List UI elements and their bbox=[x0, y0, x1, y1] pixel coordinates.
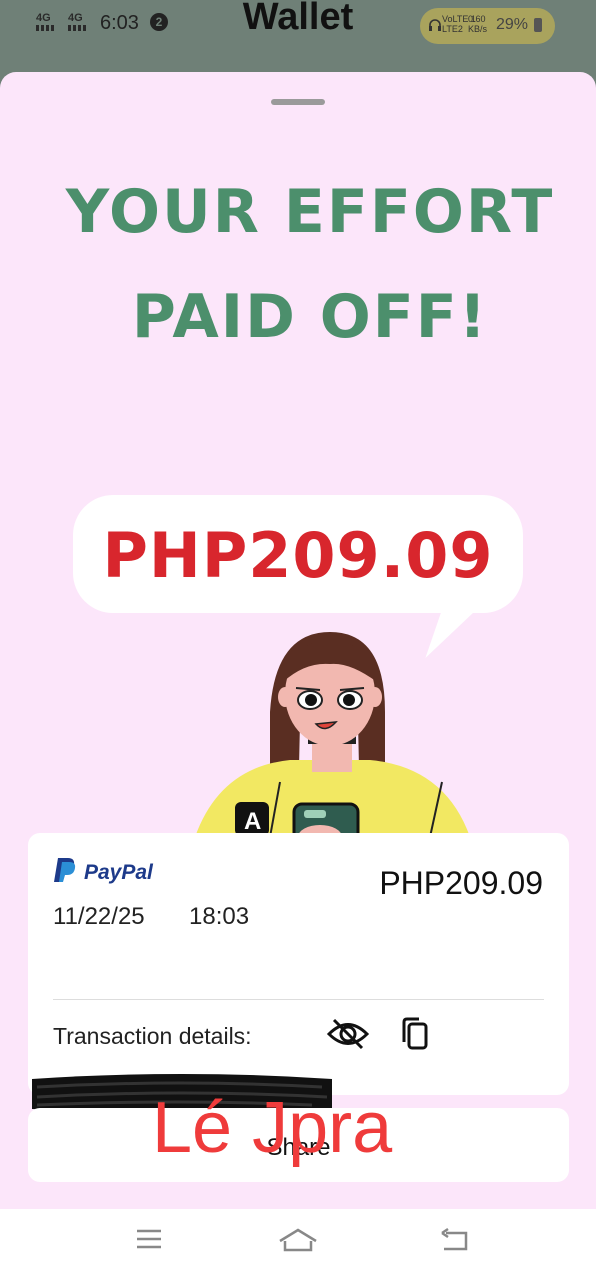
card-divider bbox=[53, 999, 544, 1000]
promo-amount: PHP209.09 bbox=[102, 519, 494, 592]
back-icon[interactable] bbox=[440, 1227, 470, 1253]
paypal-logo bbox=[54, 858, 76, 882]
payment-provider: PayPal bbox=[84, 861, 153, 884]
watermark-text: Lé Jpra bbox=[152, 1088, 393, 1168]
menu-icon[interactable] bbox=[135, 1227, 163, 1251]
transaction-card: PayPal PHP209.09 11/22/25 18:03 Transact… bbox=[28, 833, 569, 1113]
home-icon[interactable] bbox=[278, 1227, 318, 1253]
transaction-time: 18:03 bbox=[189, 903, 250, 930]
transaction-details-label: Transaction details: bbox=[53, 1023, 252, 1049]
app-title: Wallet bbox=[242, 0, 354, 38]
eye-slash-icon[interactable] bbox=[326, 1017, 370, 1051]
transaction-amount: PHP209.09 bbox=[379, 865, 543, 901]
promo-headline-line2: PAID OFF! bbox=[131, 282, 489, 352]
promo-headline-line1: YOUR EFFORT bbox=[65, 177, 555, 247]
reward-sheet: YOUR EFFORT PAID OFF! PHP209.09 A PayPal… bbox=[0, 72, 596, 1280]
sheet-drag-handle[interactable] bbox=[271, 99, 325, 105]
svg-text:A: A bbox=[244, 808, 261, 835]
system-nav-bar bbox=[0, 1209, 596, 1280]
status-bar: 4G 4G 6:03 2 VoLTE 1 LTE2 0.60 KB/s 29% … bbox=[0, 0, 596, 72]
transaction-date: 11/22/25 bbox=[53, 903, 145, 930]
copy-icon[interactable] bbox=[401, 1016, 429, 1052]
